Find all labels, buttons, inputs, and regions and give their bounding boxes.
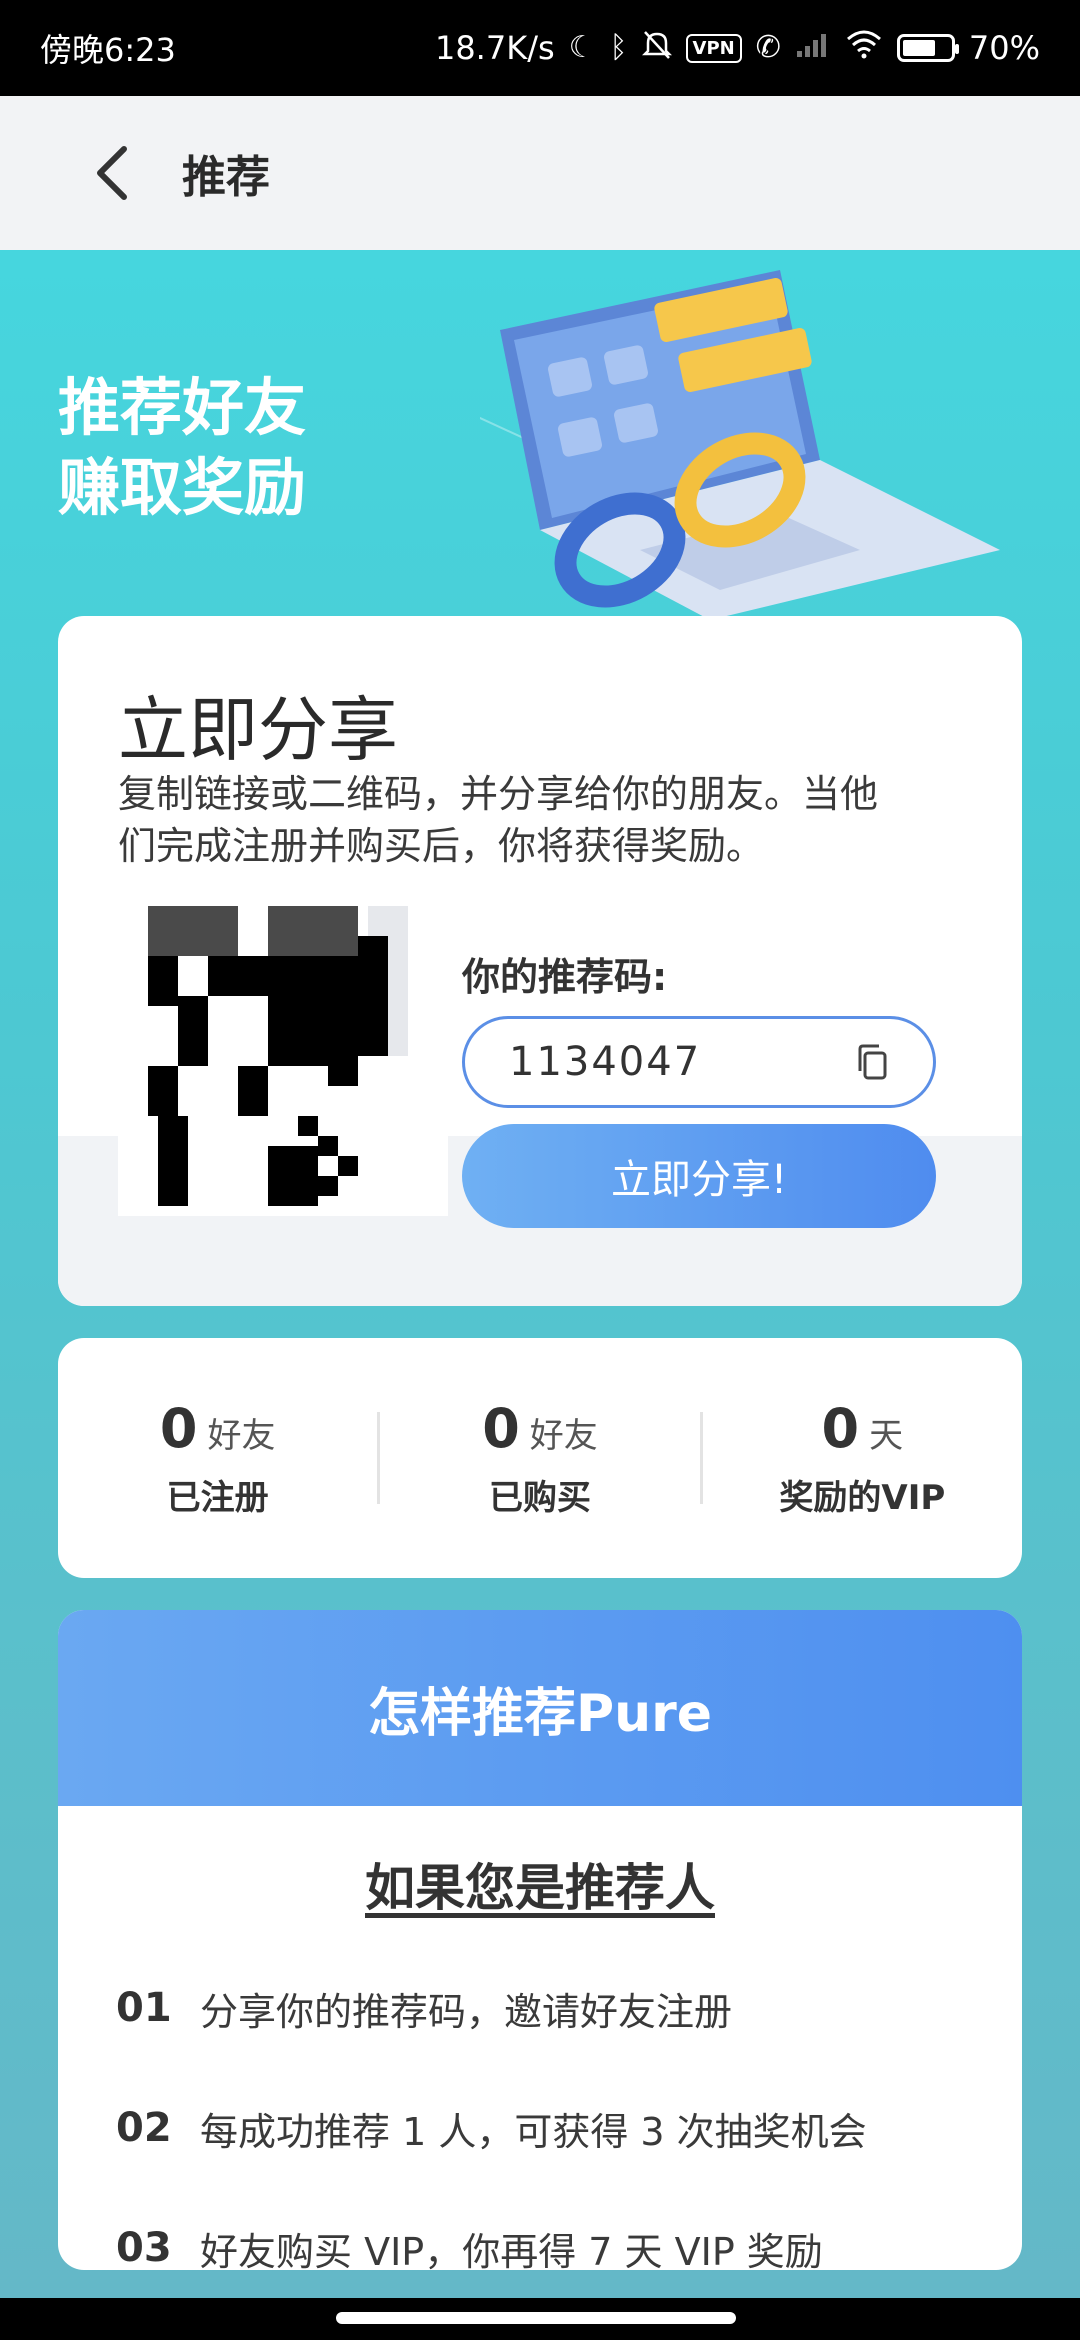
- call-forward-icon: ✆: [755, 30, 781, 65]
- home-indicator[interactable]: [336, 2312, 736, 2324]
- stat-purchased-number: 0: [482, 1397, 520, 1460]
- steps-list: 01 分享你的推荐码，邀请好友注册 02 每成功推荐 1 人，可获得 3 次抽奖…: [58, 1948, 1022, 2270]
- step-number: 01: [116, 1985, 172, 2031]
- howto-subtitle: 如果您是推荐人: [365, 1859, 715, 1917]
- page-title: 推荐: [182, 152, 270, 203]
- share-description: 复制链接或二维码，并分享给你的朋友。当他 们完成注册并购买后，你将获得奖励。: [118, 768, 978, 872]
- list-item: 02 每成功推荐 1 人，可获得 3 次抽奖机会: [58, 2068, 1022, 2188]
- status-icons: 18.7K/s ☾ ᛒ VPN ✆ 70%: [435, 29, 1040, 67]
- wifi-icon: [845, 29, 883, 67]
- status-bar: 傍晚6:23 18.7K/s ☾ ᛒ VPN ✆ 70%: [0, 0, 1080, 96]
- referral-qr-code[interactable]: [118, 906, 448, 1216]
- referral-code-field[interactable]: 1134047: [462, 1016, 936, 1108]
- copy-icon[interactable]: [853, 1042, 893, 1082]
- mute-bell-icon: [641, 29, 672, 67]
- list-item: 03 好友购买 VIP，你再得 7 天 VIP 奖励: [58, 2188, 1022, 2270]
- stat-vip-number: 0: [821, 1397, 860, 1460]
- stat-vip-unit: 天: [869, 1416, 904, 1456]
- share-desc-line-2: 们完成注册并购买后，你将获得奖励。: [118, 824, 765, 868]
- stat-purchased: 0 好友 已购买: [380, 1397, 699, 1519]
- share-card: 立即分享 复制链接或二维码，并分享给你的朋友。当他 们完成注册并购买后，你将获得…: [58, 616, 1022, 1306]
- referral-code-label: 你的推荐码:: [462, 955, 668, 999]
- step-number: 03: [116, 2225, 172, 2270]
- gesture-nav-bar: [0, 2298, 1080, 2340]
- battery-fill: [902, 40, 936, 56]
- step-text: 好友购买 VIP，你再得 7 天 VIP 奖励: [200, 2229, 823, 2271]
- signal-icon: [795, 29, 831, 67]
- hero-banner: 推荐好友 赚取奖励: [0, 250, 1080, 620]
- share-now-button[interactable]: 立即分享!: [462, 1124, 936, 1228]
- stats-card: 0 好友 已注册 0 好友 已购买 0 天 奖励的VIP: [58, 1338, 1022, 1578]
- hero-title: 推荐好友 赚取奖励: [58, 368, 306, 528]
- vpn-icon: VPN: [685, 33, 742, 63]
- stat-vip-days: 0 天 奖励的VIP: [703, 1397, 1022, 1519]
- step-text: 每成功推荐 1 人，可获得 3 次抽奖机会: [200, 2109, 867, 2154]
- bluetooth-icon: ᛒ: [609, 30, 628, 65]
- stat-registered-number: 0: [159, 1397, 198, 1460]
- stat-vip-label: 奖励的VIP: [779, 1478, 946, 1518]
- back-arrow-icon[interactable]: [82, 143, 142, 203]
- stat-purchased-label: 已购买: [488, 1478, 591, 1518]
- referral-code-value: 1134047: [509, 1039, 702, 1085]
- net-speed: 18.7K/s: [434, 29, 555, 67]
- howto-title: 怎样推荐Pure: [58, 1610, 1022, 1806]
- list-item: 01 分享你的推荐码，邀请好友注册: [58, 1948, 1022, 2068]
- battery-icon: [896, 34, 959, 62]
- stat-registered: 0 好友 已注册: [58, 1397, 377, 1519]
- hero-line-1: 推荐好友: [58, 371, 307, 444]
- share-desc-line-1: 复制链接或二维码，并分享给你的朋友。当他: [118, 772, 879, 816]
- step-text: 分享你的推荐码，邀请好友注册: [200, 1989, 733, 2034]
- app-bar: 推荐: [0, 96, 1080, 250]
- howto-card: 怎样推荐Pure 如果您是推荐人 01 分享你的推荐码，邀请好友注册 02 每成…: [58, 1610, 1022, 2270]
- status-time: 傍晚6:23: [40, 31, 176, 69]
- stat-registered-unit: 好友: [207, 1416, 276, 1456]
- referral-content[interactable]: 推荐好友 赚取奖励 立即分享 复制链接或二维码，并分享给你的朋友。当他 们完成注…: [0, 250, 1080, 2298]
- battery-percent: 70%: [968, 29, 1040, 67]
- hero-line-2: 赚取奖励: [58, 451, 307, 524]
- stat-purchased-unit: 好友: [529, 1416, 598, 1456]
- laptop-link-illustration: [480, 270, 1000, 620]
- share-title: 立即分享: [118, 689, 398, 771]
- moon-icon: ☾: [568, 30, 596, 65]
- step-number: 02: [116, 2105, 172, 2151]
- stat-registered-label: 已注册: [166, 1478, 269, 1518]
